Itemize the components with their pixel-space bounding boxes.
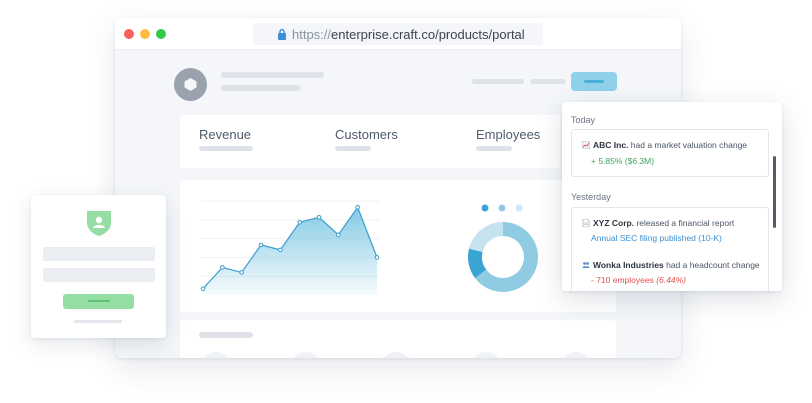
employees-value-placeholder <box>476 146 512 151</box>
nav-link-placeholder[interactable] <box>472 79 524 84</box>
chart-point[interactable] <box>336 232 341 238</box>
activity-feed-panel: Today ABC Inc. had a market valuation ch… <box>562 102 782 291</box>
chart-area-fill <box>203 207 377 295</box>
close-window-button[interactable] <box>124 29 134 39</box>
minimize-window-button[interactable] <box>140 29 150 39</box>
nav-link-placeholder[interactable] <box>530 79 566 84</box>
chart-point[interactable] <box>374 255 380 260</box>
login-card <box>31 195 166 338</box>
valuation-change-detail: + 5.85% ($6.3M) <box>591 156 655 166</box>
stats-card: Revenue Customers Employees <box>180 115 560 168</box>
people-emoji-icon <box>582 262 590 268</box>
primary-action-button[interactable] <box>571 72 617 91</box>
chart-point[interactable] <box>355 204 360 210</box>
chart-point[interactable] <box>220 265 225 270</box>
donut-slice[interactable] <box>469 222 504 253</box>
area-chart <box>200 200 380 295</box>
user-shield-icon <box>87 211 111 236</box>
headcount-change-detail: - 710 employees (6.44%) <box>591 275 686 285</box>
headcount-change-percent: (6.44%) <box>656 275 686 285</box>
login-button[interactable] <box>63 294 134 309</box>
feed-item-headline: Wonka Industries had a headcount change <box>582 260 760 270</box>
address-bar[interactable]: https:// enterprise.craft.co/products/po… <box>253 23 543 45</box>
browser-titlebar: https:// enterprise.craft.co/products/po… <box>115 18 681 50</box>
customers-label: Customers <box>335 127 398 142</box>
forgot-password-link[interactable] <box>74 320 122 323</box>
chart-emoji-icon <box>582 141 590 149</box>
chart-point[interactable] <box>297 220 302 225</box>
revenue-value-placeholder <box>199 146 253 151</box>
today-section-label: Today <box>571 115 596 125</box>
company-name-placeholder <box>221 72 324 78</box>
yesterday-section-label: Yesterday <box>571 192 611 202</box>
feed-item-headline: ABC Inc. had a market valuation change <box>582 140 747 150</box>
username-field[interactable] <box>43 247 155 261</box>
employees-label: Employees <box>476 127 541 142</box>
password-field[interactable] <box>43 268 155 282</box>
feed-item-text: had a market valuation change <box>628 140 748 150</box>
donut-chart <box>468 204 538 292</box>
carousel-dot[interactable] <box>515 204 523 212</box>
feed-item-headline: XYZ Corp. released a financial report <box>582 218 734 228</box>
financial-report-link[interactable]: Annual SEC filing published (10-K) <box>591 233 722 243</box>
section-title-placeholder <box>199 332 253 338</box>
carousel-dot[interactable] <box>481 204 489 212</box>
company-name[interactable]: Wonka Industries <box>593 260 664 270</box>
feed-scrollbar[interactable] <box>773 156 776 228</box>
donut-slice[interactable] <box>468 248 487 279</box>
company-name[interactable]: XYZ Corp. <box>593 218 634 228</box>
chart-point[interactable] <box>316 214 322 220</box>
feed-item-text: released a financial report <box>634 218 735 228</box>
document-emoji-icon <box>582 219 590 227</box>
company-name[interactable]: ABC Inc. <box>593 140 628 150</box>
chart-point[interactable] <box>200 286 206 292</box>
feed-item[interactable]: ABC Inc. had a market valuation change +… <box>571 129 769 177</box>
headcount-change-value: - 710 employees <box>591 275 657 285</box>
chart-point[interactable] <box>258 242 264 248</box>
company-logo-avatar <box>174 68 207 101</box>
customers-value-placeholder <box>335 146 371 151</box>
company-subtitle-placeholder <box>221 85 301 91</box>
url-scheme: https:// <box>292 26 332 42</box>
chart-point[interactable] <box>239 270 244 275</box>
feed-item-text: had a headcount change <box>663 260 760 270</box>
url-path: enterprise.craft.co/products/portal <box>331 26 525 42</box>
cube-icon <box>184 78 197 91</box>
lock-icon <box>278 28 286 40</box>
carousel-dot[interactable] <box>498 204 506 212</box>
maximize-window-button[interactable] <box>156 29 166 39</box>
chart-point[interactable] <box>278 247 283 253</box>
feed-item[interactable]: XYZ Corp. released a financial report An… <box>571 207 769 291</box>
revenue-label: Revenue <box>199 127 252 142</box>
